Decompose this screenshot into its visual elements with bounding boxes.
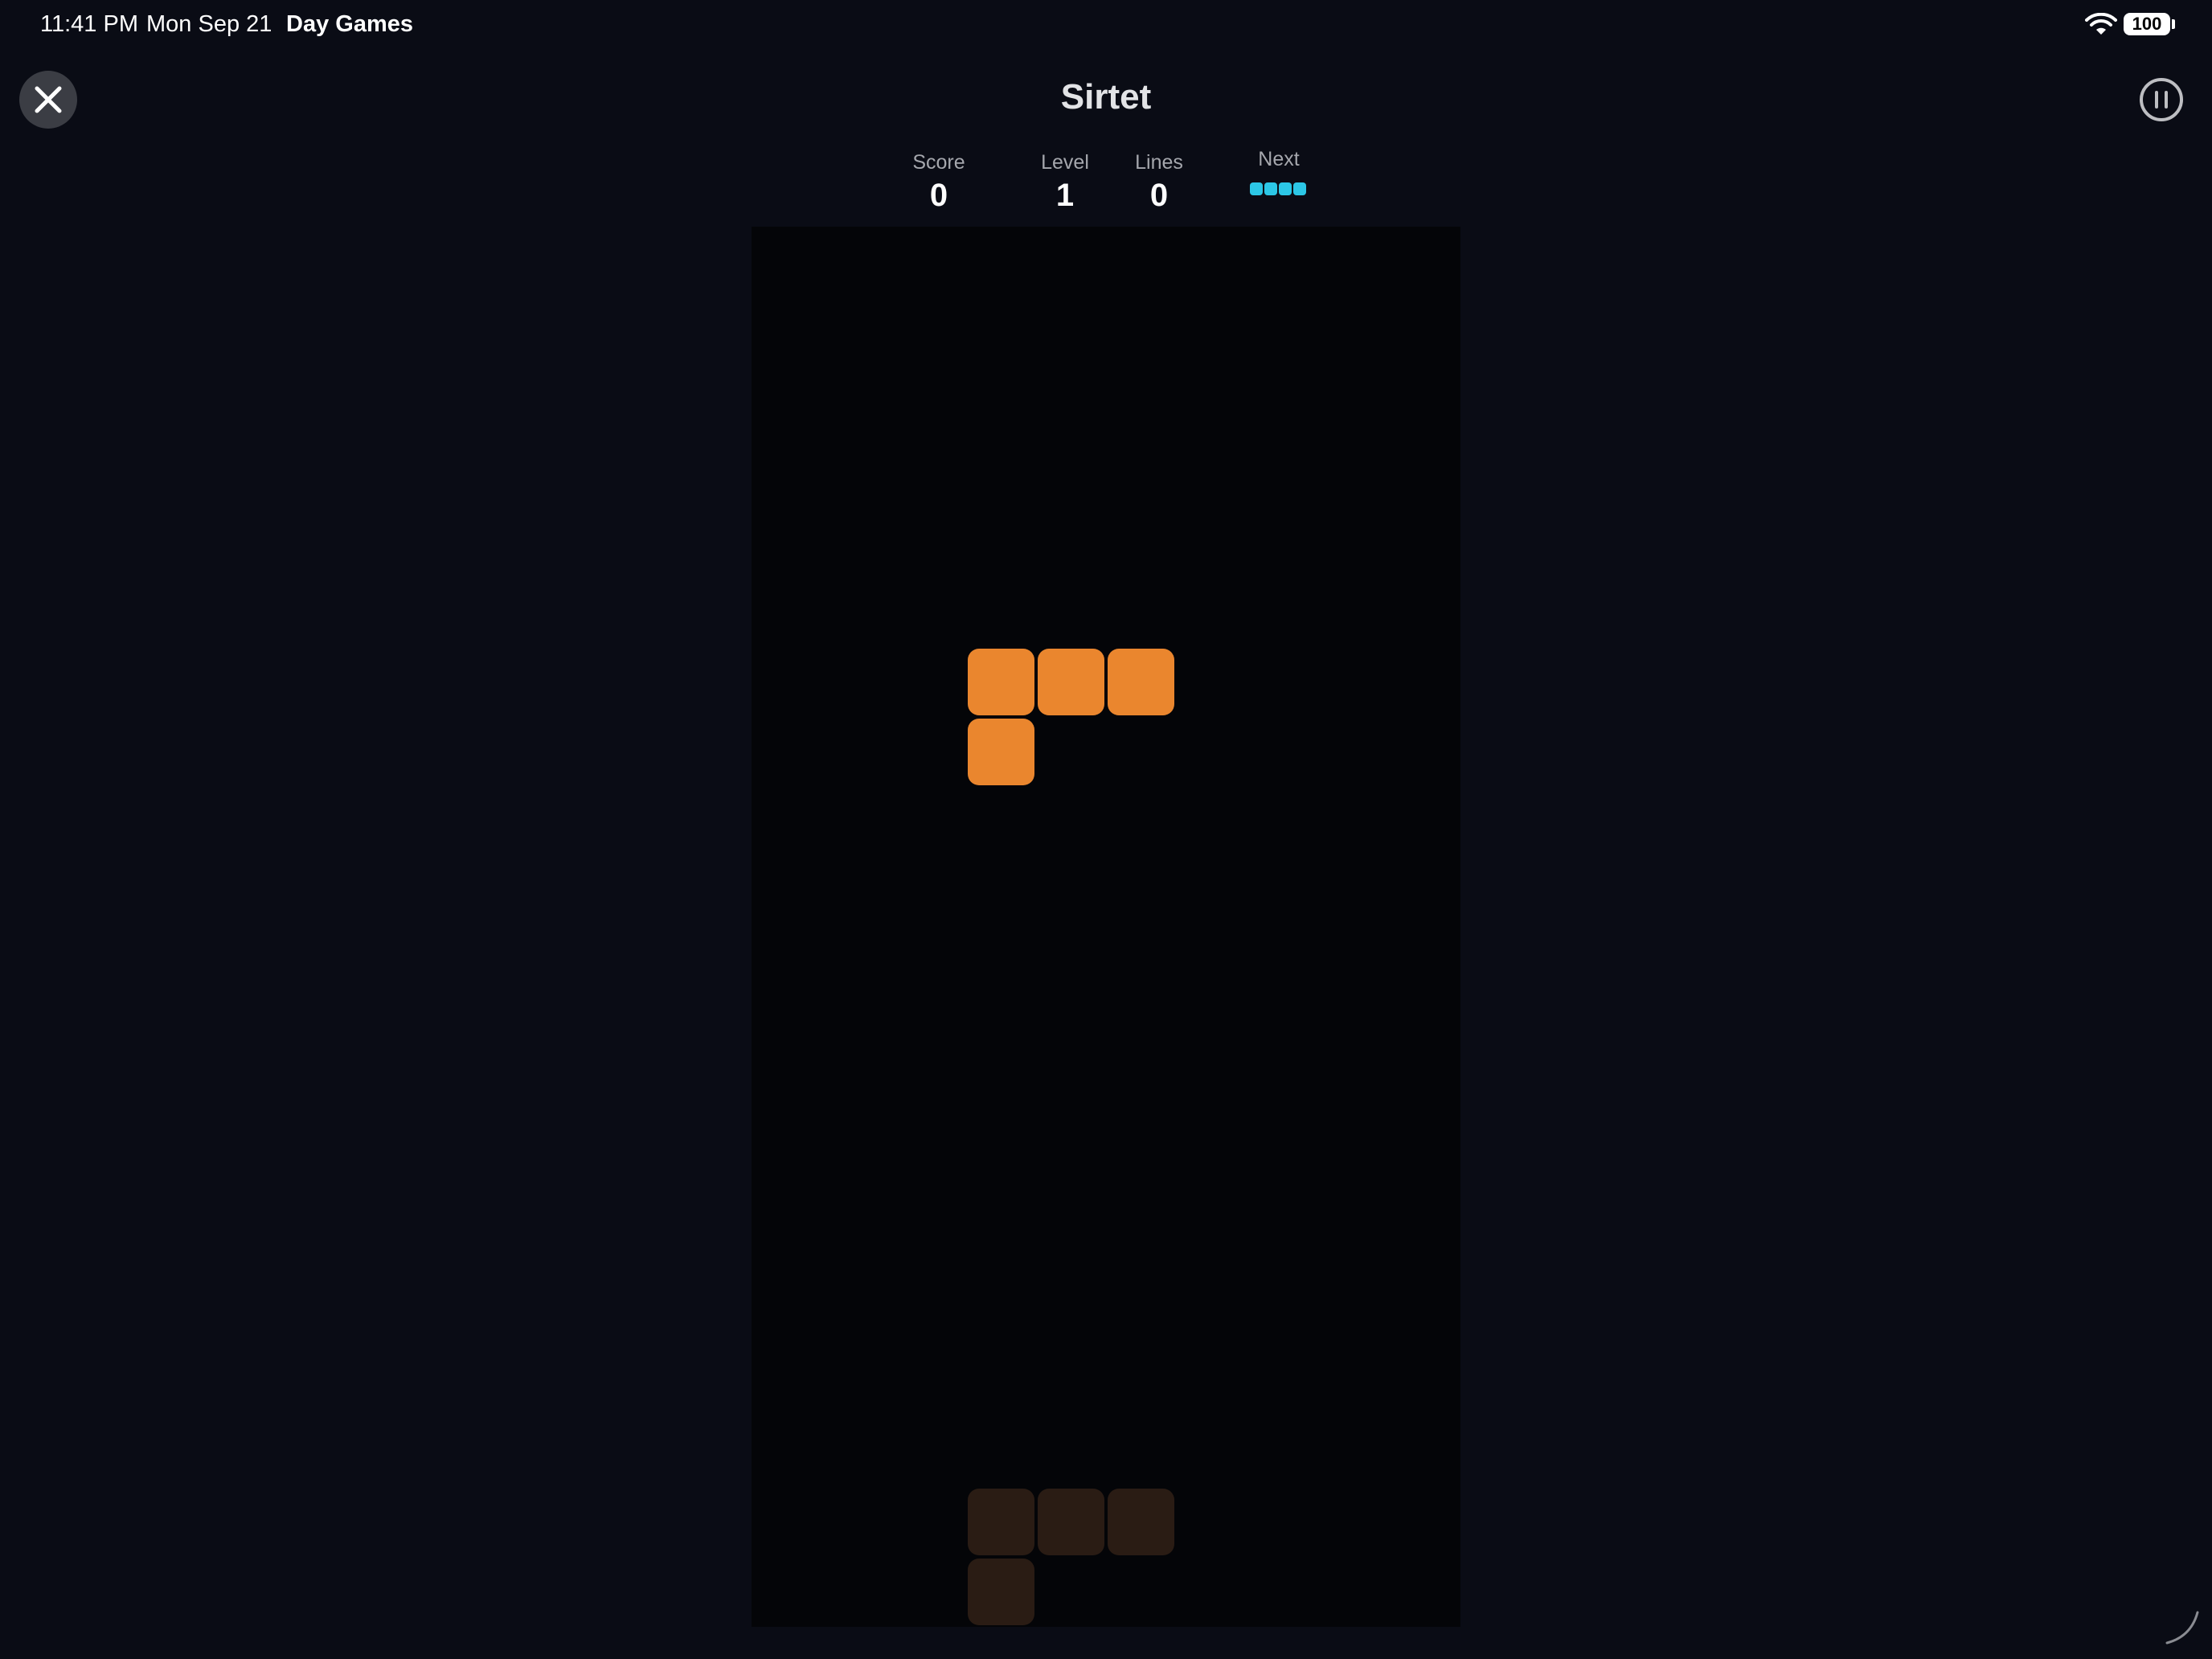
close-icon [35, 86, 62, 113]
next-piece-cell [1293, 182, 1306, 195]
next-piece-cell [1279, 182, 1292, 195]
next-piece-cell [1264, 182, 1277, 195]
lines-value: 0 [1149, 178, 1169, 213]
ghost-piece-block [968, 1559, 1034, 1625]
active-piece-block [1038, 649, 1104, 715]
lines-stat: Lines 0 [1095, 151, 1223, 214]
score-value: 0 [929, 178, 948, 213]
corner-handle-icon [2165, 1611, 2199, 1645]
active-piece-block [968, 649, 1034, 715]
battery-nub [2172, 19, 2175, 29]
close-button[interactable] [19, 71, 77, 129]
score-label: Score [912, 151, 965, 174]
next-stat: Next [1215, 148, 1343, 207]
active-piece-block [1108, 649, 1174, 715]
ghost-piece-block [1108, 1489, 1174, 1555]
battery-icon: 100 [2124, 13, 2170, 35]
status-date: Mon Sep 21 [146, 11, 272, 37]
game-board[interactable] [752, 227, 1460, 1627]
game-screen: 11:41 PM Mon Sep 21 Day Games 100 Sirtet… [0, 0, 2212, 1659]
status-bar: 11:41 PM Mon Sep 21 Day Games 100 [0, 0, 2212, 51]
pause-button[interactable] [2139, 77, 2184, 122]
active-piece-block [968, 719, 1034, 785]
score-stat: Score 0 [875, 151, 1003, 214]
next-piece-preview [1215, 182, 1343, 207]
lines-label: Lines [1135, 151, 1183, 174]
game-title: Sirtet [1060, 77, 1152, 117]
ghost-piece-block [968, 1489, 1034, 1555]
ghost-piece-block [1038, 1489, 1104, 1555]
next-label: Next [1258, 148, 1300, 170]
wifi-icon [2085, 13, 2117, 35]
pause-icon [2140, 78, 2183, 121]
next-piece-cell [1250, 182, 1263, 195]
status-time: 11:41 PM [40, 11, 138, 37]
status-app-name: Day Games [286, 11, 413, 37]
